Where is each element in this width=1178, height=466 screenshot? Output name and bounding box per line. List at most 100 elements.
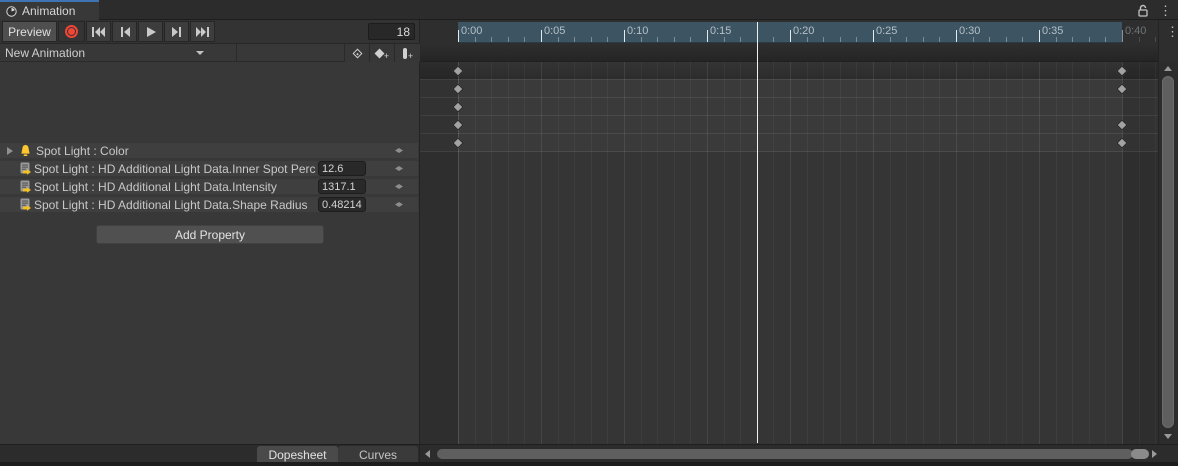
keyframe-diamond[interactable] bbox=[452, 101, 463, 112]
add-event-button[interactable]: + bbox=[394, 44, 420, 62]
ruler-tick bbox=[524, 37, 525, 42]
ruler-tick bbox=[1139, 37, 1140, 42]
timeline-menu-icon[interactable]: ⋮ bbox=[1166, 25, 1178, 38]
property-row-intensity[interactable]: Spot Light : HD Additional Light Data.In… bbox=[0, 179, 418, 194]
ruler-time-label: 0:05 bbox=[544, 25, 565, 37]
time-ruler[interactable]: 0:000:050:100:150:200:250:300:350:40 bbox=[420, 20, 1158, 44]
property-row-shape-radius[interactable]: Spot Light : HD Additional Light Data.Sh… bbox=[0, 197, 418, 212]
ruler-tick bbox=[790, 30, 791, 42]
previous-frame-icon bbox=[120, 27, 130, 37]
current-frame-field[interactable] bbox=[368, 23, 415, 40]
ruler-tick bbox=[1056, 37, 1057, 42]
record-icon bbox=[65, 25, 78, 38]
ruler-tick bbox=[541, 30, 542, 42]
ruler-tick bbox=[873, 30, 874, 42]
ruler-tick bbox=[856, 37, 857, 42]
keyframe-diamond[interactable] bbox=[452, 119, 463, 130]
ruler-time-label: 0:20 bbox=[793, 25, 814, 37]
ruler-time-label: 0:40 bbox=[1125, 25, 1146, 37]
preview-toggle-button[interactable]: Preview bbox=[2, 21, 57, 42]
ruler-time-label: 0:30 bbox=[959, 25, 980, 37]
ruler-tick bbox=[906, 37, 907, 42]
ruler-tick bbox=[923, 37, 924, 42]
next-frame-button[interactable] bbox=[164, 21, 189, 42]
keyframe-diamond[interactable] bbox=[1116, 137, 1127, 148]
window-menu-icon[interactable]: ⋮ bbox=[1159, 4, 1172, 17]
vertical-scrollbar[interactable] bbox=[1158, 62, 1178, 444]
chevron-down-icon bbox=[196, 51, 204, 55]
ruler-tick bbox=[1006, 37, 1007, 42]
ruler-time-label: 0:00 bbox=[461, 25, 482, 37]
ruler-tick bbox=[657, 37, 658, 42]
go-to-start-button[interactable] bbox=[86, 21, 111, 42]
scroll-down-arrow-icon[interactable] bbox=[1164, 434, 1172, 439]
ruler-time-label: 0:35 bbox=[1042, 25, 1063, 37]
unlock-icon[interactable] bbox=[1137, 4, 1149, 17]
keyframe-summary-diamond[interactable] bbox=[1116, 65, 1127, 76]
ruler-tick bbox=[558, 37, 559, 42]
ruler-tick bbox=[475, 37, 476, 42]
keyframe-diamond[interactable] bbox=[1116, 83, 1127, 94]
key-state-marker[interactable] bbox=[395, 166, 403, 171]
go-to-end-icon bbox=[196, 27, 209, 37]
ruler-tick bbox=[1039, 30, 1040, 42]
tab-label: Animation bbox=[22, 4, 75, 18]
property-row-inner-spot-percent[interactable]: Spot Light : HD Additional Light Data.In… bbox=[0, 161, 418, 176]
clip-bar: New Animation + + bbox=[0, 44, 420, 62]
key-state-marker[interactable] bbox=[395, 202, 403, 207]
keyframe-diamond[interactable] bbox=[452, 83, 463, 94]
event-marker-strip[interactable] bbox=[420, 44, 1158, 62]
ruler-tick bbox=[724, 37, 725, 42]
property-name: Spot Light : HD Additional Light Data.In… bbox=[34, 180, 316, 194]
title-bar: Animation ⋮ bbox=[0, 0, 1178, 20]
ruler-tick bbox=[641, 37, 642, 42]
vertical-scroll-thumb[interactable] bbox=[1162, 76, 1174, 428]
go-to-end-button[interactable] bbox=[190, 21, 215, 42]
value-field-inner-spot-percent[interactable] bbox=[318, 161, 366, 176]
scroll-left-arrow-icon[interactable] bbox=[425, 450, 430, 458]
script-icon bbox=[19, 198, 32, 211]
ruler-tick bbox=[1122, 30, 1123, 42]
add-keyframe-button[interactable]: + bbox=[369, 44, 394, 62]
ruler-tick bbox=[823, 37, 824, 42]
ruler-tick bbox=[890, 37, 891, 42]
foldout-triangle-icon[interactable] bbox=[7, 147, 13, 155]
scroll-right-arrow-icon[interactable] bbox=[1152, 450, 1157, 458]
ruler-tick bbox=[1072, 37, 1073, 42]
playback-toolbar: Preview bbox=[0, 20, 420, 44]
ruler-tick bbox=[740, 37, 741, 42]
ruler-tick bbox=[989, 37, 990, 42]
play-button[interactable] bbox=[138, 21, 163, 42]
key-state-marker[interactable] bbox=[395, 184, 403, 189]
script-icon bbox=[19, 180, 32, 193]
horizontal-scrollbar[interactable] bbox=[420, 444, 1178, 462]
ruler-tick bbox=[690, 37, 691, 42]
value-field-shape-radius[interactable] bbox=[318, 197, 366, 212]
horizontal-scroll-thumb-end-handle[interactable] bbox=[1131, 449, 1149, 459]
add-keyframe-icon bbox=[374, 48, 384, 58]
filter-by-selection-button[interactable] bbox=[344, 44, 369, 62]
ruler-tick bbox=[458, 30, 459, 42]
dopesheet-area[interactable] bbox=[420, 62, 1158, 444]
ruler-tick bbox=[1105, 37, 1106, 42]
tab-animation[interactable]: Animation bbox=[0, 0, 99, 20]
keyframe-summary-diamond[interactable] bbox=[452, 65, 463, 76]
scroll-up-arrow-icon[interactable] bbox=[1164, 66, 1172, 71]
keyframe-diamond[interactable] bbox=[452, 137, 463, 148]
key-state-marker[interactable] bbox=[395, 148, 403, 153]
tab-dopesheet[interactable]: Dopesheet bbox=[257, 446, 338, 463]
value-field-intensity[interactable] bbox=[318, 179, 366, 194]
previous-frame-button[interactable] bbox=[112, 21, 137, 42]
keyframe-diamond[interactable] bbox=[1116, 119, 1127, 130]
clip-dropdown[interactable]: New Animation bbox=[0, 44, 237, 62]
add-event-icon bbox=[403, 48, 407, 59]
property-row-color[interactable]: Spot Light : Color bbox=[0, 143, 418, 158]
ruler-time-label: 0:25 bbox=[876, 25, 897, 37]
record-button[interactable] bbox=[58, 21, 85, 42]
ruler-tick bbox=[591, 37, 592, 42]
view-mode-bar: Dopesheet Curves bbox=[0, 444, 420, 462]
tab-curves[interactable]: Curves bbox=[338, 446, 418, 463]
add-property-button[interactable]: Add Property bbox=[96, 225, 324, 244]
horizontal-scroll-thumb[interactable] bbox=[437, 449, 1133, 459]
playhead-line[interactable] bbox=[757, 22, 758, 443]
